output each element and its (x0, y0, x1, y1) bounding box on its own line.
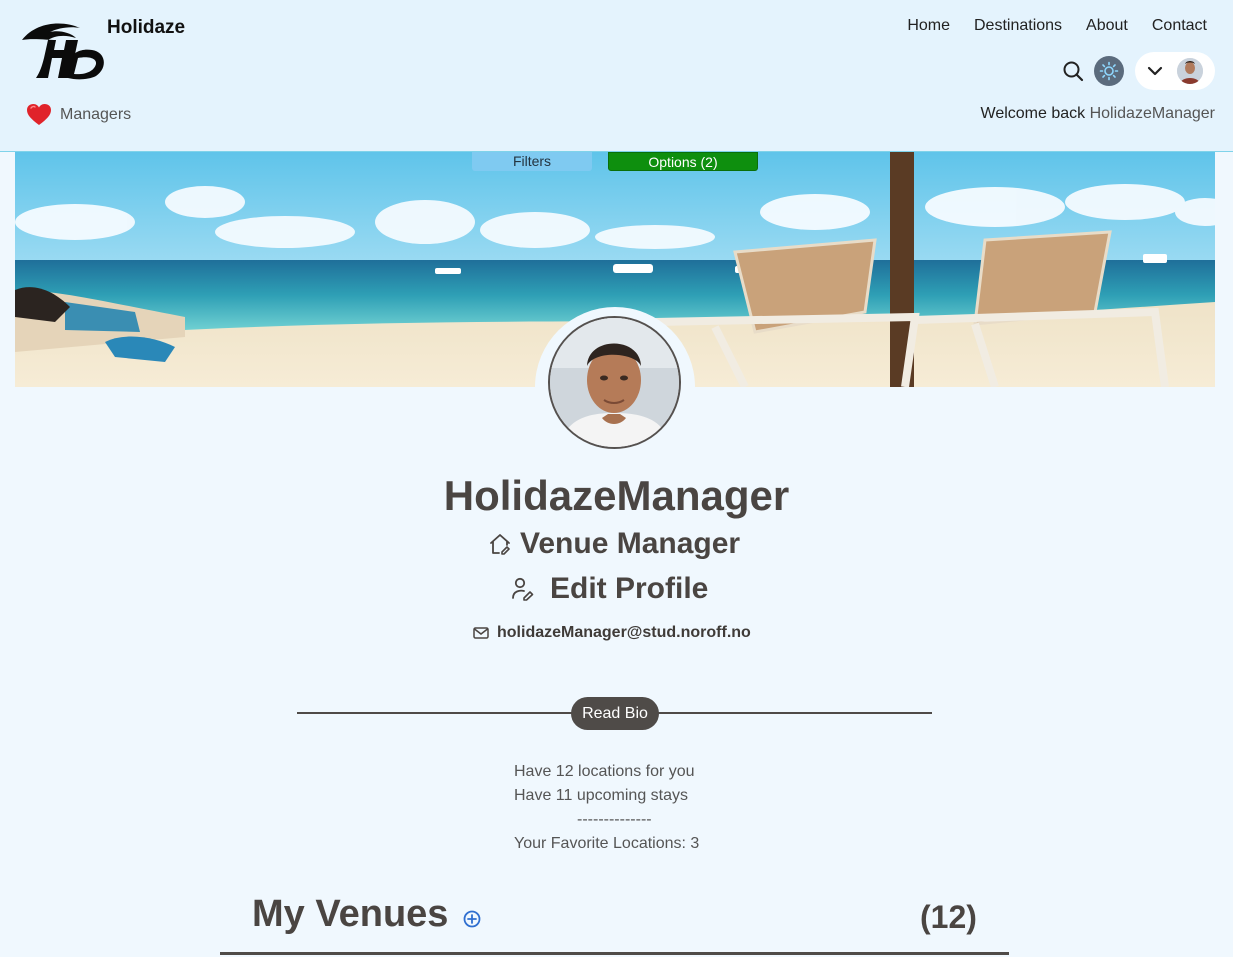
profile-username: HolidazeManager (443, 472, 790, 519)
sun-icon (1099, 61, 1119, 81)
read-bio-button[interactable]: Read Bio (571, 697, 659, 730)
nav-about[interactable]: About (1074, 17, 1140, 35)
mail-icon (473, 627, 489, 639)
user-avatar-small (1177, 58, 1203, 84)
user-menu-button[interactable] (1135, 52, 1215, 90)
venue-count: (12) (920, 899, 977, 935)
home-icon (490, 534, 510, 555)
profile-role: Venue Manager (488, 527, 740, 561)
venues-divider (220, 952, 1009, 955)
managers-link[interactable]: Managers (26, 103, 131, 127)
stat-stays: Have 11 upcoming stays (514, 787, 689, 804)
filters-tab[interactable]: Filters (472, 152, 592, 171)
role-label: Venue Manager (520, 527, 741, 560)
chevron-down-icon (1147, 66, 1163, 76)
profile-avatar (548, 316, 681, 449)
search-icon[interactable] (1062, 60, 1084, 82)
welcome-prefix: Welcome back (980, 105, 1086, 122)
managers-label: Managers (60, 106, 132, 123)
holidaze-logo[interactable] (18, 18, 110, 82)
email-text: holidazeManager@stud.noroff.no (497, 624, 751, 641)
heart-icon (27, 104, 51, 125)
nav-destinations[interactable]: Destinations (962, 17, 1074, 35)
nav-home[interactable]: Home (895, 17, 962, 35)
brand-name[interactable]: Holidaze (107, 17, 185, 39)
site-header: Holidaze Home Destinations About Contact (0, 0, 1233, 152)
edit-profile-button[interactable]: Edit Profile (512, 572, 708, 606)
stat-locations: Have 12 locations for you (514, 763, 695, 780)
options-tab[interactable]: Options (2) (608, 152, 758, 171)
main-nav: Home Destinations About Contact (895, 17, 1215, 35)
nav-contact[interactable]: Contact (1140, 17, 1215, 35)
edit-profile-label: Edit Profile (550, 572, 709, 605)
user-edit-icon (512, 577, 534, 601)
stat-separator: -------------- (577, 811, 652, 828)
stat-favorites: Your Favorite Locations: 3 (514, 835, 700, 852)
profile-email: holidazeManager@stud.noroff.no (473, 624, 751, 642)
my-venues-title: My Venues (252, 893, 449, 935)
welcome-message: Welcome back HolidazeManager (981, 105, 1216, 123)
profile-stats: Have 12 locations for you Have 11 upcomi… (514, 760, 699, 856)
welcome-username: HolidazeManager (1089, 105, 1215, 122)
plus-circle-icon[interactable] (463, 910, 481, 928)
theme-toggle-button[interactable] (1094, 56, 1124, 86)
